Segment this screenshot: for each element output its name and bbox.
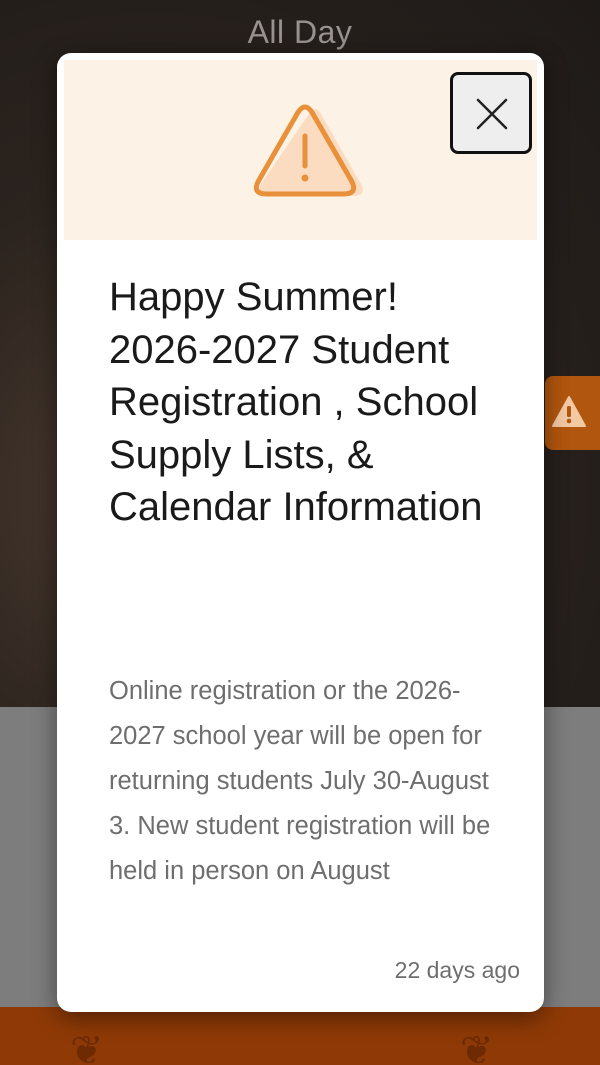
alert-body-text: Online registration or the 2026-2027 sch… bbox=[109, 677, 491, 885]
alert-timestamp: 22 days ago bbox=[394, 957, 520, 983]
close-button[interactable] bbox=[450, 72, 532, 154]
alert-modal: Happy Summer! 2026-2027 Student Registra… bbox=[57, 53, 544, 1012]
hero-title: All Day bbox=[247, 14, 353, 50]
alert-title: Happy Summer! 2026-2027 Student Registra… bbox=[109, 275, 483, 529]
footer-ornament-icon: ❦ bbox=[460, 1029, 494, 1065]
alerts-side-tab[interactable] bbox=[545, 376, 600, 450]
alert-modal-header bbox=[64, 60, 537, 240]
warning-icon bbox=[253, 104, 363, 197]
close-icon bbox=[476, 98, 508, 130]
warning-icon bbox=[552, 396, 586, 427]
page: All Day ❦ ❦ Happy Summer! 2026-2027 Stud… bbox=[0, 0, 600, 1065]
footer-bar: ❦ ❦ bbox=[0, 1007, 600, 1065]
footer-ornament-icon: ❦ bbox=[70, 1029, 104, 1065]
